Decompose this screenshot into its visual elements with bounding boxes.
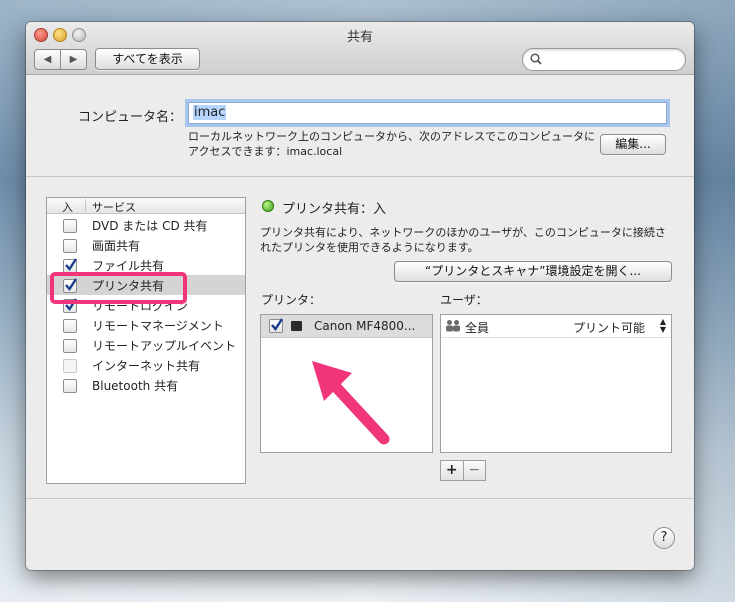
column-on[interactable]: 入 bbox=[62, 199, 73, 215]
address-text-line2: アクセスできます：imac.local bbox=[188, 145, 343, 158]
service-checkbox[interactable] bbox=[63, 258, 78, 273]
service-label: DVD または CD 共有 bbox=[92, 219, 208, 233]
annotation-highlight-box bbox=[50, 272, 187, 304]
window-title: 共有 bbox=[346, 30, 373, 45]
service-label: リモートマネージメント bbox=[92, 319, 224, 333]
edit-button[interactable]: 編集... bbox=[600, 134, 666, 155]
status-text: プリンタ共有：入 bbox=[282, 202, 387, 217]
service-checkbox[interactable] bbox=[63, 219, 77, 233]
show-all-button[interactable]: すべてを表示 bbox=[95, 48, 200, 70]
printer-name: Canon MF4800... bbox=[314, 319, 416, 333]
column-service[interactable]: サービス bbox=[92, 199, 136, 215]
service-row[interactable]: リモートマネージメント bbox=[47, 315, 245, 335]
section-divider bbox=[26, 176, 694, 177]
remove-user-button[interactable]: − bbox=[462, 461, 486, 480]
help-button[interactable]: ? bbox=[653, 527, 675, 549]
computer-name-value: imac bbox=[193, 105, 227, 120]
service-checkbox bbox=[63, 359, 77, 373]
service-label: インターネット共有 bbox=[92, 359, 201, 373]
service-row[interactable]: 画面共有 bbox=[47, 235, 245, 255]
service-row[interactable]: DVD または CD 共有 bbox=[47, 215, 245, 235]
search-field[interactable] bbox=[522, 48, 686, 71]
back-forward-control: ◀ ▶ bbox=[34, 49, 87, 70]
service-checkbox[interactable] bbox=[63, 379, 77, 393]
printer-icon bbox=[291, 321, 302, 331]
add-user-button[interactable]: + bbox=[441, 461, 463, 480]
checkmark-icon bbox=[65, 258, 78, 271]
description-line2: れたプリンタを使用できるようになります。 bbox=[260, 241, 479, 254]
address-text-line1: ローカルネットワーク上のコンピュータから、次のアドレスでこのコンピュータに bbox=[188, 130, 595, 143]
add-remove-control: + − bbox=[440, 460, 486, 481]
status-indicator bbox=[262, 200, 274, 212]
popup-arrows-icon: ▲ ▼ bbox=[659, 317, 666, 334]
annotation-arrow-icon bbox=[312, 361, 390, 445]
title-bar: 共有 ◀ ▶ すべてを表示 bbox=[26, 22, 694, 75]
printer-checkbox[interactable] bbox=[269, 318, 284, 333]
column-separator bbox=[85, 199, 86, 212]
computer-name-field[interactable]: imac bbox=[188, 102, 667, 124]
service-checkbox[interactable] bbox=[63, 319, 77, 333]
footer-divider bbox=[26, 498, 694, 499]
checkmark-icon bbox=[271, 318, 284, 331]
user-list[interactable]: 全員 プリント可能 ▲ ▼ bbox=[440, 314, 672, 453]
search-icon bbox=[530, 53, 542, 65]
sharing-window: 共有 ◀ ▶ すべてを表示 コンピュータ名： imac ローカルネットワーク上の… bbox=[26, 22, 694, 570]
permission-popup[interactable]: プリント可能 ▲ ▼ bbox=[573, 317, 667, 336]
service-checkbox[interactable] bbox=[63, 239, 77, 253]
service-list-header: 入 サービス bbox=[47, 198, 245, 214]
service-list[interactable]: 入 サービス DVD または CD 共有 画面共有 ファイル共有 プリンタ共有 リモート… bbox=[46, 197, 246, 484]
service-checkbox[interactable] bbox=[63, 339, 77, 353]
service-label: Bluetooth 共有 bbox=[92, 379, 179, 393]
service-row[interactable]: インターネット共有 bbox=[47, 355, 245, 375]
service-row[interactable]: リモートアップルイベント bbox=[47, 335, 245, 355]
forward-button[interactable]: ▶ bbox=[60, 50, 86, 69]
description-line1: プリンタ共有により、ネットワークのほかのユーザが、このコンピュータに接続さ bbox=[260, 226, 666, 239]
service-label: リモートアップルイベント bbox=[92, 339, 237, 353]
printers-header: プリンタ： bbox=[261, 293, 322, 307]
service-label: 画面共有 bbox=[92, 239, 141, 253]
printer-row[interactable]: Canon MF4800... bbox=[261, 315, 432, 338]
computer-name-label: コンピュータ名： bbox=[78, 110, 183, 125]
permission-value: プリント可能 bbox=[573, 321, 646, 335]
user-name: 全員 bbox=[465, 321, 490, 335]
user-row[interactable]: 全員 プリント可能 ▲ ▼ bbox=[441, 315, 671, 338]
users-header: ユーザ： bbox=[440, 293, 488, 307]
back-button[interactable]: ◀ bbox=[35, 50, 60, 69]
group-icon bbox=[445, 319, 461, 332]
service-row[interactable]: Bluetooth 共有 bbox=[47, 375, 245, 395]
open-printers-scanners-button[interactable]: “プリンタとスキャナ”環境設定を開く... bbox=[394, 261, 672, 282]
